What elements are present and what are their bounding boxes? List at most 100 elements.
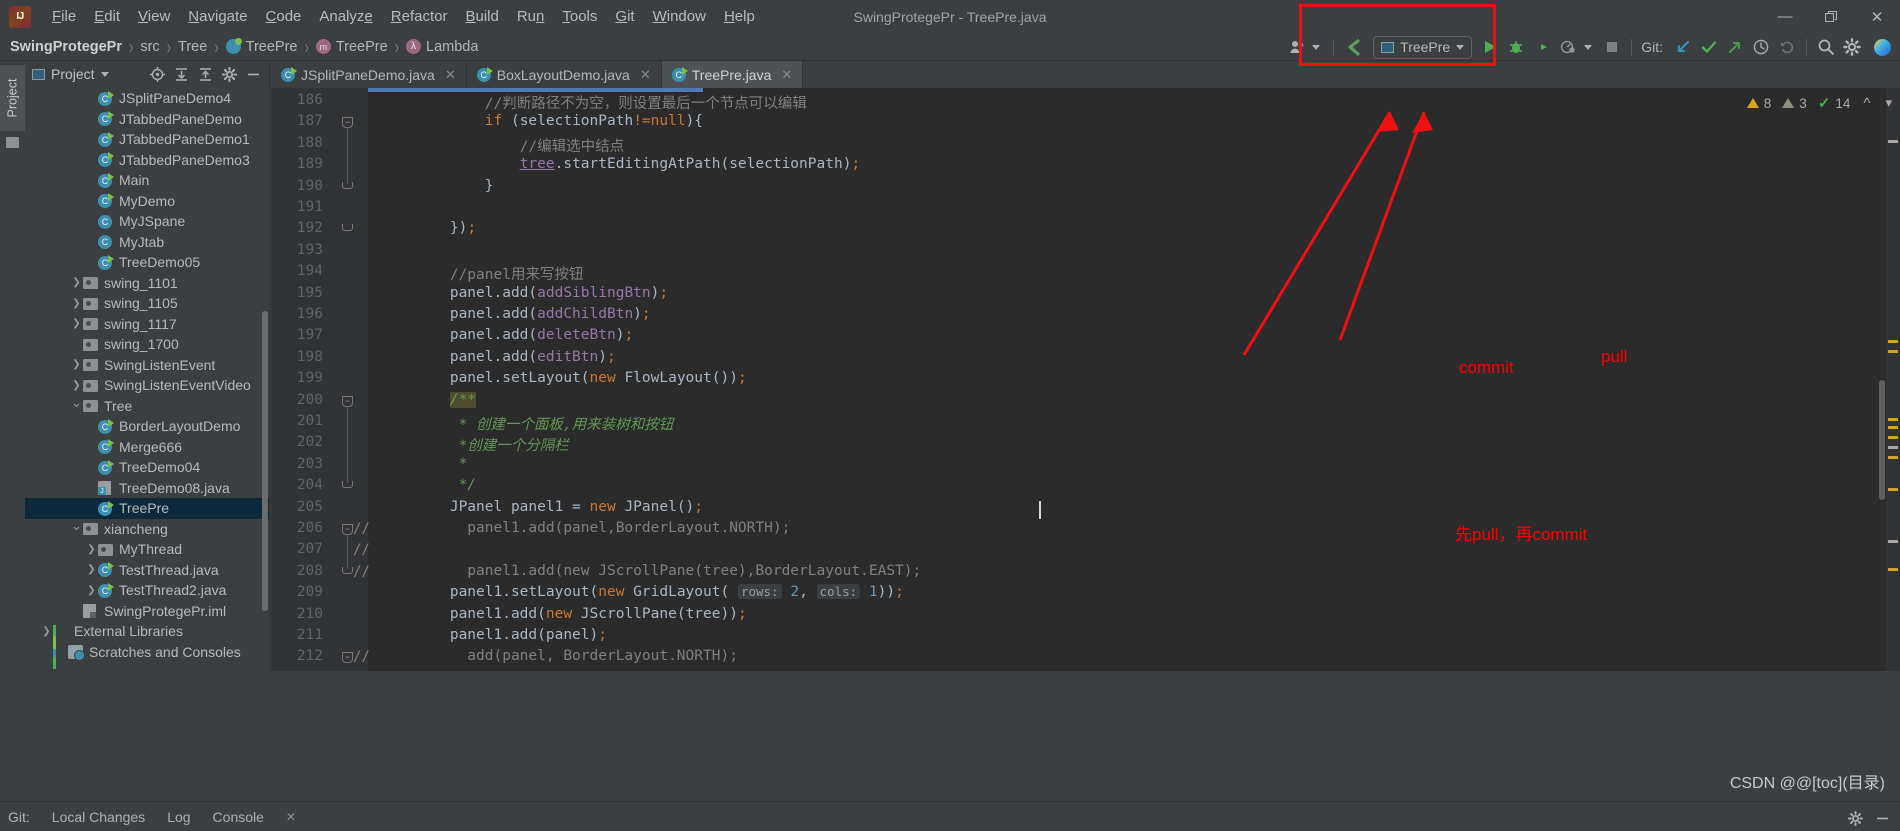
chevron-right-icon[interactable]: ❯ [40, 626, 53, 637]
tree-node[interactable]: ❯ swing_1101 [25, 273, 269, 294]
breadcrumb-item-treepre[interactable]: TreePre [315, 39, 388, 55]
code-editor[interactable]: 186 187 188 189 190 191 192 193 194 195 196 197 198 1… [271, 88, 1900, 671]
fold-collapse-icon[interactable]: − [342, 652, 353, 664]
profiler-icon[interactable] [1556, 35, 1580, 59]
close-tab-icon[interactable]: ✕ [445, 67, 456, 83]
avatar[interactable] [1870, 35, 1894, 59]
tree-node[interactable]: ⌄ Tree [25, 395, 269, 417]
tree-node[interactable]: BorderLayoutDemo [25, 416, 269, 437]
editor-tab[interactable]: BoxLayoutDemo.java ✕ [467, 61, 662, 88]
tree-node[interactable]: TreeDemo08.java [25, 478, 269, 499]
collapse-all-icon[interactable] [198, 67, 213, 82]
tree-node[interactable]: TreeDemo04 [25, 457, 269, 478]
tree-node[interactable]: Main [25, 170, 269, 191]
tree-node[interactable]: Scratches and Consoles [25, 642, 269, 663]
expand-all-icon[interactable] [174, 67, 189, 82]
menu-item-window[interactable]: Window [644, 5, 715, 28]
fold-end-icon[interactable] [342, 224, 353, 232]
analysis-stripe[interactable] [1886, 88, 1900, 671]
tree-node[interactable]: MyJSpane [25, 211, 269, 232]
code-text-area[interactable]: //判断路径不为空，则设置最后一个节点可以编辑 if (selectionPat… [368, 88, 1900, 671]
menu-item-edit[interactable]: Edit [85, 5, 129, 28]
update-project-icon[interactable] [1671, 35, 1695, 59]
event-log-gear-icon[interactable] [1848, 811, 1863, 829]
user-dropdown-caret-icon[interactable] [1312, 44, 1321, 50]
breadcrumb-item-treepre[interactable]: TreePre [225, 38, 298, 55]
menu-item-file[interactable]: File [43, 5, 85, 28]
breadcrumb-item-lambda[interactable]: Lambda [406, 39, 478, 55]
menu-item-run[interactable]: Run [508, 5, 554, 28]
tree-node[interactable]: Merge666 [25, 437, 269, 458]
user-group-icon[interactable] [1286, 35, 1310, 59]
chevron-right-icon[interactable]: ❯ [85, 544, 98, 555]
editor-tab[interactable]: TreePre.java ✕ [661, 61, 804, 88]
editor-vertical-scrollbar[interactable] [1879, 380, 1885, 500]
tree-node[interactable]: TreeDemo05 [25, 252, 269, 273]
commit-icon[interactable] [1697, 35, 1721, 59]
minimize-button[interactable]: — [1762, 0, 1808, 33]
tree-node[interactable]: JTabbedPaneDemo1 [25, 129, 269, 150]
menu-item-code[interactable]: Code [257, 5, 311, 28]
hide-bottom-icon[interactable] [1875, 811, 1890, 829]
tree-node[interactable]: ❯ swing_1117 [25, 314, 269, 335]
project-tree[interactable]: JSplitPaneDemo4 JTabbedPaneDemo JTabbedPan… [25, 88, 269, 671]
bottom-item-log[interactable]: Log [167, 809, 190, 825]
breadcrumb-item-tree[interactable]: Tree [178, 39, 207, 55]
chevron-right-icon[interactable]: ❯ [70, 298, 83, 309]
run-configuration-selector[interactable]: TreePre [1373, 35, 1473, 59]
menu-item-analyze[interactable]: Analyze [310, 5, 381, 28]
menu-item-view[interactable]: View [129, 5, 179, 28]
editor-tab[interactable]: JSplitPaneDemo.java ✕ [271, 61, 467, 88]
tree-node[interactable]: ❯ MyThread [25, 539, 269, 560]
tree-node[interactable]: ⌄ xiancheng [25, 518, 269, 540]
project-scope-caret-icon[interactable] [100, 71, 109, 77]
tree-node[interactable]: SwingProtegePr.iml [25, 601, 269, 622]
rollback-icon[interactable] [1775, 35, 1799, 59]
tree-node[interactable]: JSplitPaneDemo4 [25, 88, 269, 109]
menu-item-navigate[interactable]: Navigate [179, 5, 256, 28]
close-button[interactable]: ✕ [1854, 0, 1900, 33]
search-icon[interactable] [1814, 35, 1838, 59]
structure-folder-icon[interactable] [6, 137, 19, 148]
tree-node[interactable]: ❯ TestThread2.java [25, 580, 269, 601]
inspection-status-widget[interactable]: 8 3 ✓ 14 ^ ▾ [1746, 92, 1892, 114]
breadcrumb-item-src[interactable]: src [140, 39, 159, 55]
back-arrow-icon[interactable] [1341, 35, 1367, 59]
chevron-right-icon[interactable]: ❯ [70, 277, 83, 288]
chevron-down-icon[interactable]: ⌄ [70, 395, 83, 411]
debug-icon[interactable] [1504, 35, 1528, 59]
tree-node[interactable]: JTabbedPaneDemo3 [25, 150, 269, 171]
stop-button[interactable] [1600, 35, 1624, 59]
run-icon[interactable] [1478, 35, 1502, 59]
tree-node[interactable]: ❯ External Libraries [25, 621, 269, 669]
bottom-close-icon[interactable]: ✕ [286, 810, 296, 824]
chevron-right-icon[interactable]: ❯ [70, 380, 83, 391]
chevron-down-icon[interactable]: ▾ [1885, 95, 1892, 111]
chevron-right-icon[interactable]: ❯ [85, 585, 98, 596]
chevron-down-icon[interactable]: ⌄ [70, 518, 83, 534]
tree-node[interactable]: ❯ swing_1105 [25, 293, 269, 314]
tool-window-tab-project[interactable]: Project [0, 65, 25, 131]
bottom-item-git[interactable]: Git: [8, 809, 30, 825]
gear-icon[interactable] [1840, 35, 1864, 59]
tree-node[interactable]: swing_1700 [25, 334, 269, 355]
menu-item-build[interactable]: Build [456, 5, 507, 28]
project-tree-scrollbar[interactable] [262, 311, 268, 611]
menu-item-help[interactable]: Help [715, 5, 764, 28]
tree-node[interactable]: ❯ TestThread.java [25, 560, 269, 581]
close-tab-icon[interactable]: ✕ [640, 67, 651, 83]
menu-item-git[interactable]: Git [606, 5, 643, 28]
restore-button[interactable] [1808, 0, 1854, 33]
tree-node[interactable]: ❯ SwingListenEvent [25, 355, 269, 376]
breadcrumb-item-swingprotegepr[interactable]: SwingProtegePr [10, 39, 122, 55]
chevron-right-icon[interactable]: ❯ [70, 318, 83, 329]
tree-node[interactable]: MyDemo [25, 191, 269, 212]
history-icon[interactable] [1749, 35, 1773, 59]
locate-icon[interactable] [150, 66, 165, 82]
tree-node[interactable]: TreePre [25, 498, 269, 519]
chevron-up-icon[interactable]: ^ [1863, 95, 1870, 112]
run-with-coverage-icon[interactable] [1530, 35, 1554, 59]
gear-icon[interactable] [222, 66, 237, 82]
tree-node[interactable]: MyJtab [25, 232, 269, 253]
tree-node[interactable]: ❯ SwingListenEventVideo [25, 375, 269, 396]
